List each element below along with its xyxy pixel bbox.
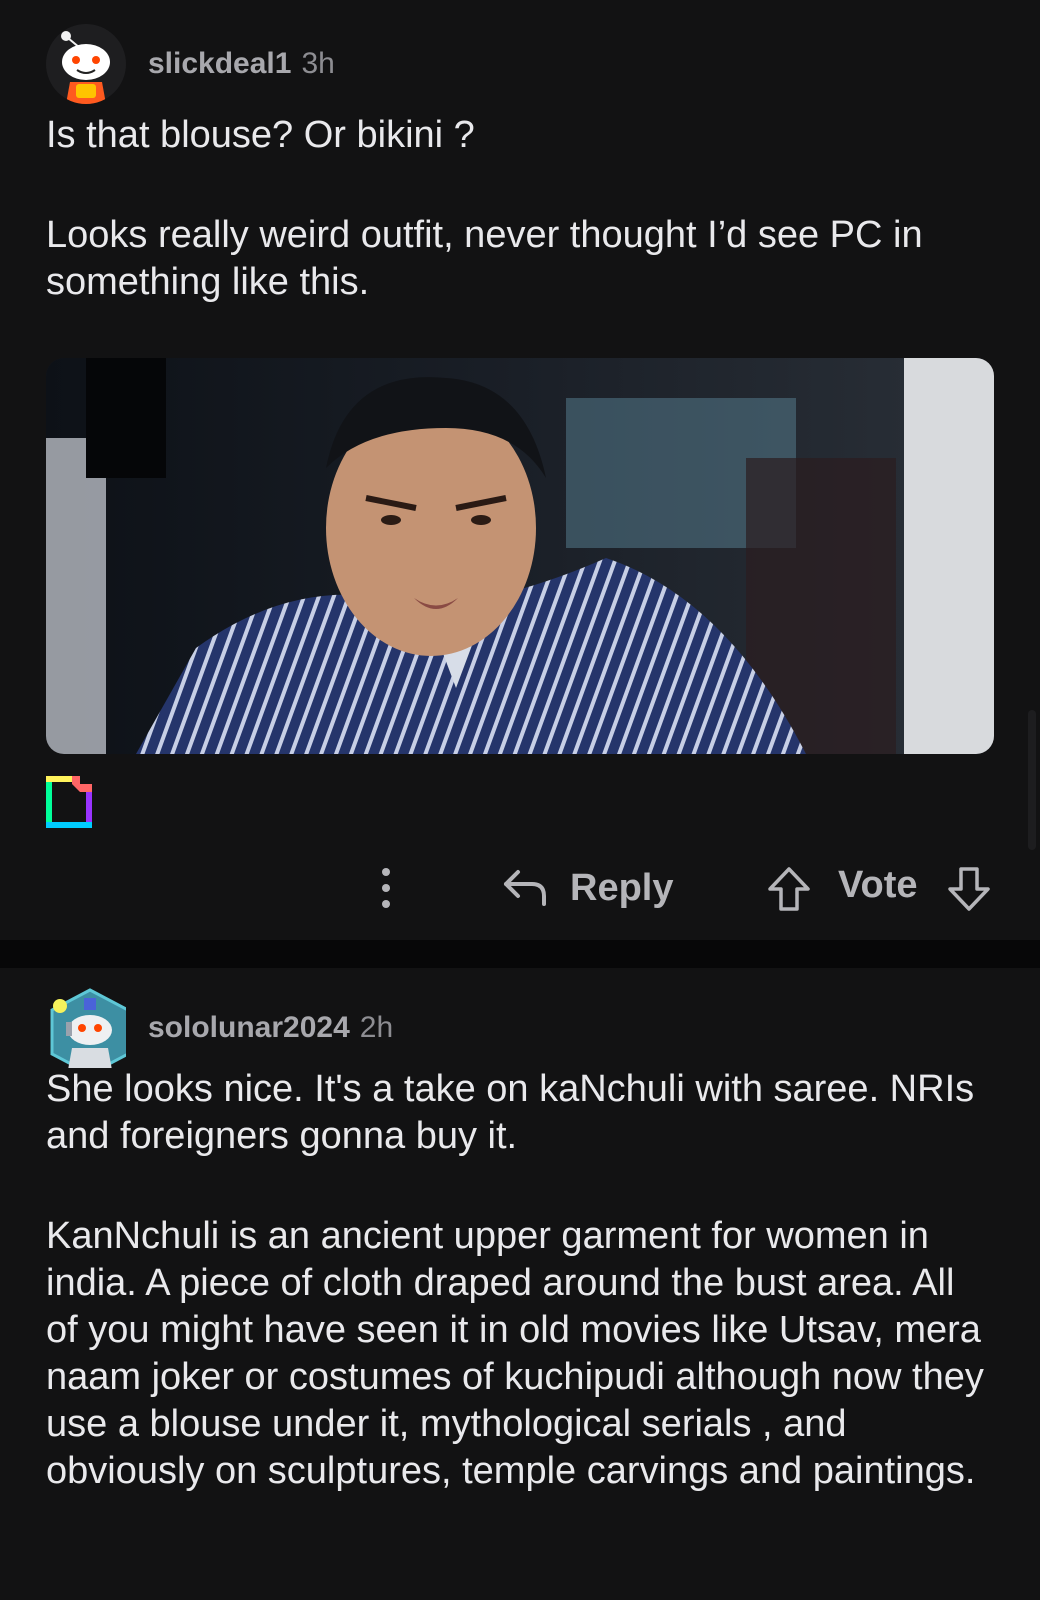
reply-button[interactable]: Reply xyxy=(502,860,673,916)
comment-body: Is that blouse? Or bikini ? Looks really… xyxy=(46,112,996,306)
comment-actions: Reply Vote xyxy=(0,860,1040,916)
timestamp: 2h xyxy=(359,1011,394,1044)
giphy-logo-icon xyxy=(46,774,92,830)
comment-paragraph: She looks nice. It's a take on kaNchuli … xyxy=(46,1068,975,1157)
username[interactable]: slickdeal1 xyxy=(148,47,291,81)
comment-header: slickdeal1 3h xyxy=(46,24,335,104)
comment-body: She looks nice. It's a take on kaNchuli … xyxy=(46,1066,996,1495)
scrollbar[interactable] xyxy=(1028,710,1036,850)
reply-arrow-icon xyxy=(504,870,546,906)
username[interactable]: sololunar2024 xyxy=(148,1011,350,1045)
comment-sololunar2024: sololunar2024 2h She looks nice. It's a … xyxy=(0,968,1040,1600)
snoo-avatar-icon xyxy=(46,24,126,104)
comment-paragraph: KanNchuli is an ancient upper garment fo… xyxy=(46,1215,984,1492)
upvote-arrow-icon[interactable] xyxy=(766,866,812,912)
avatar[interactable] xyxy=(46,988,126,1068)
avatar[interactable] xyxy=(46,24,126,104)
man-in-striped-shirt-gif xyxy=(46,358,994,754)
comment-divider xyxy=(0,940,1040,968)
comment-paragraph: Looks really weird outfit, never thought… xyxy=(46,214,923,303)
comment-header: sololunar2024 2h xyxy=(46,988,393,1068)
more-vertical-icon[interactable] xyxy=(374,866,398,910)
comment-paragraph: Is that blouse? Or bikini ? xyxy=(46,114,475,156)
snoo-hexagon-avatar-icon xyxy=(50,988,126,1068)
gif-image[interactable] xyxy=(46,358,994,754)
vote-label: Vote xyxy=(838,864,918,906)
reply-label: Reply xyxy=(570,866,674,909)
comment-slickdeal1: slickdeal1 3h Is that blouse? Or bikini … xyxy=(0,0,1040,940)
downvote-arrow-icon[interactable] xyxy=(946,866,992,912)
timestamp: 3h xyxy=(301,47,335,80)
